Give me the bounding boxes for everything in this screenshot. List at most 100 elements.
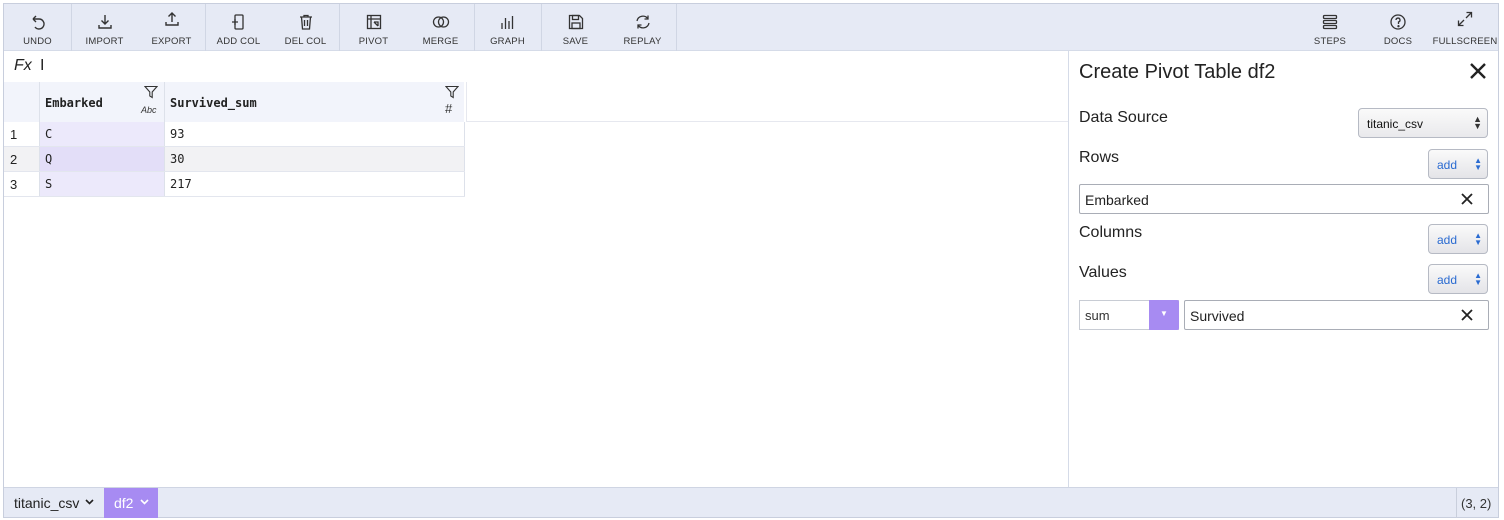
graph-label: GRAPH [490, 36, 525, 47]
table-row[interactable]: 2 Q 30 [4, 147, 465, 172]
graph-icon [500, 16, 513, 29]
close-icon[interactable] [1468, 61, 1488, 81]
cell-coordinates: (3, 2) [1456, 488, 1498, 518]
rows-add-select[interactable]: add ▲ ▼ [1428, 149, 1488, 179]
formula-label: Fx [14, 57, 32, 74]
row-number: 2 [10, 152, 18, 167]
remove-icon[interactable] [1460, 192, 1474, 206]
delete-column-button[interactable]: DEL COL [272, 4, 339, 51]
grid-header: Embarked Abc Survived_sum # [4, 82, 1068, 122]
cell-embarked[interactable]: Q [39, 147, 164, 171]
merge-button[interactable]: MERGE [407, 4, 474, 51]
replay-button[interactable]: REPLAY [609, 4, 676, 51]
coordinates-value: (3, 2) [1461, 496, 1492, 511]
cell-embarked[interactable]: C [39, 122, 164, 146]
columns-add-label: add [1437, 233, 1458, 247]
graph-button[interactable]: GRAPH [474, 4, 541, 51]
import-button[interactable]: IMPORT [71, 4, 138, 51]
cell-survived-sum[interactable]: 30 [164, 147, 465, 171]
data-source-value: titanic_csv [1367, 117, 1424, 131]
values-item-label: Survived [1190, 308, 1245, 324]
chevron-down-icon [85, 499, 94, 505]
aggregation-select[interactable]: sum ▼ [1079, 300, 1179, 330]
remove-icon[interactable] [1460, 308, 1474, 322]
columns-label: Columns [1079, 224, 1143, 241]
caret-down-icon: ▼ [1160, 309, 1168, 318]
save-button[interactable]: SAVE [542, 4, 609, 51]
filter-icon[interactable] [144, 85, 158, 99]
row-number: 1 [10, 127, 18, 142]
import-icon [97, 15, 112, 29]
chevron-down-icon [140, 499, 149, 505]
undo-label: UNDO [23, 36, 52, 47]
columns-add-select[interactable]: add ▲ ▼ [1428, 224, 1488, 254]
docs-label: DOCS [1383, 36, 1413, 47]
pivot-label: PIVOT [358, 36, 389, 47]
cell-value: Q [45, 152, 53, 166]
aggregation-dropdown-button[interactable]: ▼ [1149, 300, 1179, 330]
export-icon [164, 12, 179, 26]
steps-label: STEPS [1313, 36, 1347, 47]
cell-survived-sum[interactable]: 93 [164, 122, 465, 146]
pivot-icon [366, 14, 381, 30]
values-add-select[interactable]: add ▲ ▼ [1428, 264, 1488, 294]
cell-survived-sum[interactable]: 217 [164, 172, 465, 196]
fullscreen-icon [1457, 11, 1473, 27]
pivot-panel: Create Pivot Table df2 Data Source titan… [1068, 51, 1498, 487]
select-arrows-icon: ▲ ▼ [1474, 156, 1482, 172]
cell-embarked[interactable]: S [39, 172, 164, 196]
filter-icon[interactable] [445, 85, 459, 99]
toolbar-right-group: STEPS DOCS FULLSCREEN [1296, 4, 1498, 51]
steps-icon [1322, 14, 1338, 30]
merge-icon [432, 16, 449, 28]
column-header-label: Survived_sum [170, 96, 257, 110]
tab-titanic-csv[interactable]: titanic_csv [4, 488, 104, 518]
cell-value: 93 [170, 127, 185, 141]
table-row[interactable]: 3 S 217 [4, 172, 465, 197]
pivot-button[interactable]: PIVOT [340, 4, 407, 51]
replay-label: REPLAY [623, 36, 662, 47]
save-label: SAVE [562, 36, 589, 47]
rows-item: Embarked [1079, 184, 1489, 214]
docs-button[interactable]: DOCS [1364, 4, 1432, 51]
row-number: 3 [10, 177, 18, 192]
formula-cursor: I [40, 57, 45, 74]
column-header-embarked[interactable]: Embarked Abc [39, 82, 164, 122]
select-arrows-icon: ▲ ▼ [1474, 271, 1482, 287]
export-label: EXPORT [151, 36, 192, 47]
tab-df2[interactable]: df2 [104, 488, 158, 518]
tab-label: titanic_csv [14, 495, 80, 511]
docs-icon [1390, 14, 1406, 30]
fullscreen-label: FULLSCREEN [1432, 36, 1498, 47]
undo-icon [32, 15, 45, 30]
formula-bar[interactable]: Fx I [4, 51, 1068, 81]
toolbar-group-history: UNDO [4, 4, 72, 51]
toolbar: UNDO IMPORT EXPORT ADD COL DEL COL PIVOT… [4, 4, 1498, 51]
header-edge [466, 82, 467, 122]
undo-button[interactable]: UNDO [4, 4, 71, 51]
steps-button[interactable]: STEPS [1296, 4, 1364, 51]
panel-title: Create Pivot Table df2 [1079, 61, 1276, 83]
merge-label: MERGE [422, 36, 459, 47]
fullscreen-button[interactable]: FULLSCREEN [1432, 4, 1498, 51]
data-source-select[interactable]: titanic_csv ▲ ▼ [1358, 108, 1488, 138]
toolbar-group-save: SAVE REPLAY [542, 4, 677, 51]
column-type-label: # [445, 101, 453, 116]
rows-item-label: Embarked [1085, 192, 1149, 208]
add-column-icon [231, 14, 244, 30]
replay-icon [635, 15, 650, 29]
export-button[interactable]: EXPORT [138, 4, 205, 51]
column-header-survived-sum[interactable]: Survived_sum # [164, 82, 466, 122]
toolbar-group-columns: ADD COL DEL COL [205, 4, 340, 51]
cell-value: S [45, 177, 53, 191]
table-row[interactable]: 1 C 93 [4, 122, 465, 147]
rows-label: Rows [1079, 149, 1120, 166]
add-column-button[interactable]: ADD COL [205, 4, 272, 51]
delete-column-icon [299, 14, 312, 30]
toolbar-group-reshape: PIVOT MERGE [340, 4, 475, 51]
values-item: Survived [1184, 300, 1489, 330]
cell-value: C [45, 127, 53, 141]
app-window: UNDO IMPORT EXPORT ADD COL DEL COL PIVOT… [3, 3, 1499, 518]
add-column-label: ADD COL [216, 36, 261, 47]
rows-add-label: add [1437, 158, 1458, 172]
